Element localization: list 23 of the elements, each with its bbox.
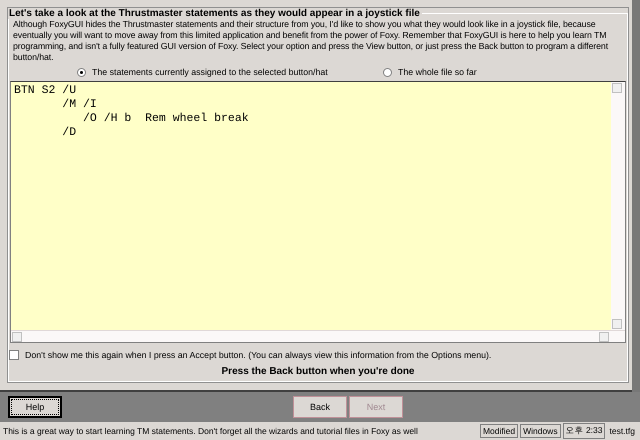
wizard-button[interactable]: Help bbox=[8, 396, 62, 418]
wizard-button[interactable]: Back bbox=[293, 396, 347, 418]
radio-label: The statements currently assigned to the selected button/hat bbox=[92, 67, 328, 77]
code-line: BTN S2 /U bbox=[14, 84, 76, 98]
code-line: /D bbox=[61, 126, 76, 140]
status-text: test.tfg bbox=[608, 425, 636, 437]
code-line: /O /H b Rem wheel break bbox=[82, 112, 249, 126]
radio-label: The whole file so far bbox=[398, 67, 477, 77]
checkbox-label: Don't show me this again when I press an Accept button. (You can always view this information from the Options menu). bbox=[25, 350, 492, 360]
status-panel: 오후 2:33 bbox=[562, 423, 606, 439]
radio-button[interactable] bbox=[383, 68, 392, 76]
intro-text: Although FoxyGUI hides the Thrustmaster statements and their structure from you, I'd like to show you what they would look like in a joystick file, because eventually you will want to move away from this limited application and benefit from the power of Foxy. Remember that FoxyGUI is here to help you learn TM programming, and isn't a fully featured GUI version of Foxy. Select your option and press the View button, or just press the Back button to program a different button/hat. bbox=[13, 19, 610, 63]
checkbox[interactable] bbox=[9, 350, 19, 360]
code-editor[interactable]: BTN S2 /U /M /I /O /H b Rem wheel break /D bbox=[10, 81, 626, 343]
status-message: This is a great way to start learning TM statements. Don't forget all the wizards and tutorial files in Foxy as well bbox=[3, 426, 419, 436]
group-title: Let's take a look at the Thrustmaster statements as they would appear in a joystick file bbox=[8, 8, 421, 19]
code-line: /M /I bbox=[61, 98, 97, 112]
status-panel: Modified bbox=[480, 424, 518, 438]
status-panel: Windows bbox=[520, 424, 561, 438]
horizontal-scrollbar[interactable] bbox=[11, 330, 625, 342]
radio-button[interactable] bbox=[77, 68, 86, 76]
hint-text: Press the Back button when you're done bbox=[220, 366, 416, 377]
vertical-scrollbar[interactable] bbox=[611, 82, 625, 330]
